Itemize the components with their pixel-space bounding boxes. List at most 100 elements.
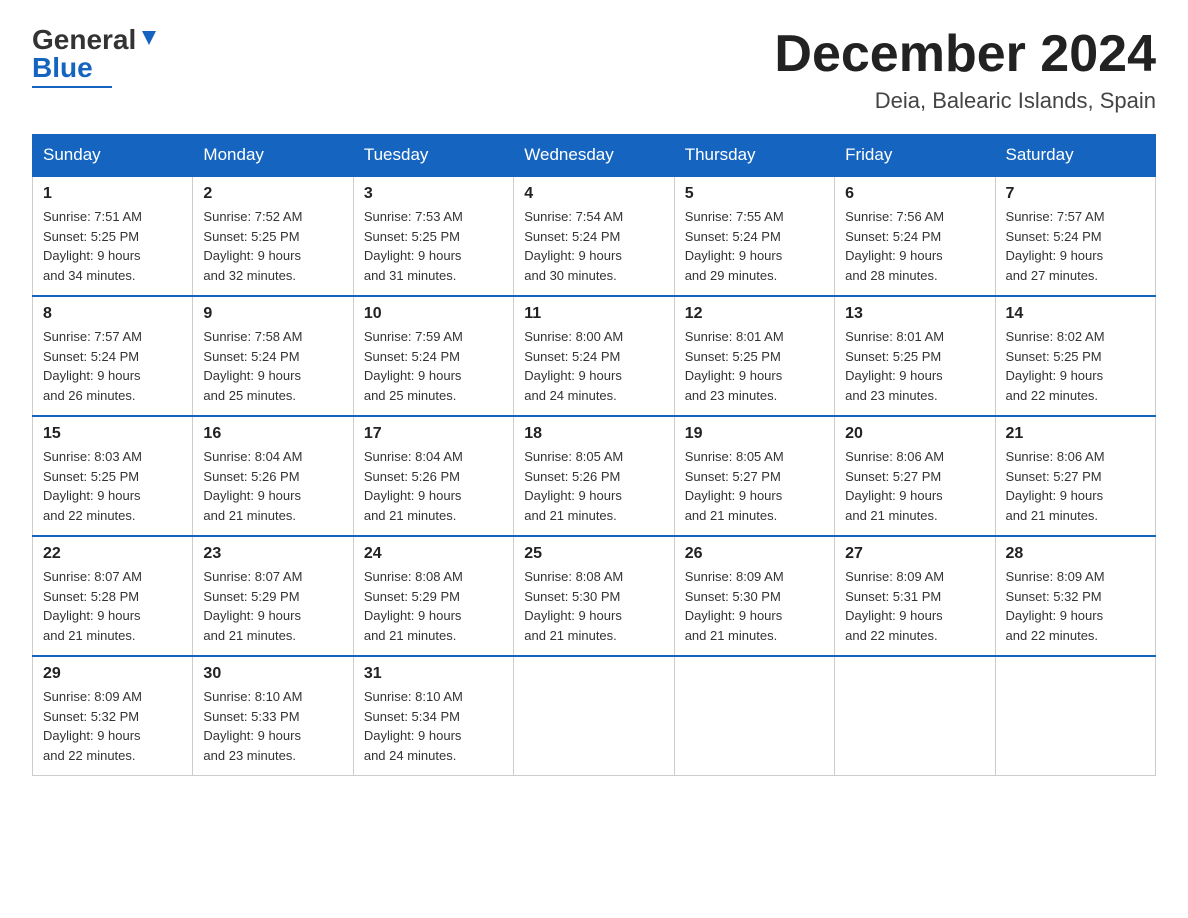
day-number: 2 <box>203 185 342 203</box>
day-number: 7 <box>1006 185 1145 203</box>
week-row-4: 22 Sunrise: 8:07 AMSunset: 5:28 PMDaylig… <box>33 536 1156 656</box>
day-of-week-header-thursday: Thursday <box>674 135 834 177</box>
calendar-cell: 7 Sunrise: 7:57 AMSunset: 5:24 PMDayligh… <box>995 176 1155 296</box>
calendar-cell: 24 Sunrise: 8:08 AMSunset: 5:29 PMDaylig… <box>353 536 513 656</box>
calendar-cell: 12 Sunrise: 8:01 AMSunset: 5:25 PMDaylig… <box>674 296 834 416</box>
day-number: 13 <box>845 305 984 323</box>
page-subtitle: Deia, Balearic Islands, Spain <box>774 88 1156 114</box>
calendar-cell <box>835 656 995 776</box>
day-number: 26 <box>685 545 824 563</box>
day-info: Sunrise: 7:57 AMSunset: 5:24 PMDaylight:… <box>1006 207 1145 285</box>
day-of-week-header-tuesday: Tuesday <box>353 135 513 177</box>
day-info: Sunrise: 8:09 AMSunset: 5:32 PMDaylight:… <box>1006 567 1145 645</box>
calendar-cell: 6 Sunrise: 7:56 AMSunset: 5:24 PMDayligh… <box>835 176 995 296</box>
calendar-cell: 28 Sunrise: 8:09 AMSunset: 5:32 PMDaylig… <box>995 536 1155 656</box>
day-info: Sunrise: 7:58 AMSunset: 5:24 PMDaylight:… <box>203 327 342 405</box>
day-number: 29 <box>43 665 182 683</box>
calendar-cell: 23 Sunrise: 8:07 AMSunset: 5:29 PMDaylig… <box>193 536 353 656</box>
calendar-cell: 11 Sunrise: 8:00 AMSunset: 5:24 PMDaylig… <box>514 296 674 416</box>
calendar-cell: 5 Sunrise: 7:55 AMSunset: 5:24 PMDayligh… <box>674 176 834 296</box>
day-info: Sunrise: 8:01 AMSunset: 5:25 PMDaylight:… <box>685 327 824 405</box>
day-number: 4 <box>524 185 663 203</box>
calendar-cell: 9 Sunrise: 7:58 AMSunset: 5:24 PMDayligh… <box>193 296 353 416</box>
page-title: December 2024 <box>774 24 1156 84</box>
calendar-cell: 8 Sunrise: 7:57 AMSunset: 5:24 PMDayligh… <box>33 296 193 416</box>
day-info: Sunrise: 8:06 AMSunset: 5:27 PMDaylight:… <box>845 447 984 525</box>
calendar-cell: 10 Sunrise: 7:59 AMSunset: 5:24 PMDaylig… <box>353 296 513 416</box>
logo: General Blue <box>32 24 160 88</box>
day-number: 1 <box>43 185 182 203</box>
day-number: 12 <box>685 305 824 323</box>
logo-underline <box>32 86 112 88</box>
day-info: Sunrise: 7:51 AMSunset: 5:25 PMDaylight:… <box>43 207 182 285</box>
logo-blue-text: Blue <box>32 52 93 83</box>
day-number: 17 <box>364 425 503 443</box>
calendar-cell: 27 Sunrise: 8:09 AMSunset: 5:31 PMDaylig… <box>835 536 995 656</box>
day-number: 25 <box>524 545 663 563</box>
day-number: 10 <box>364 305 503 323</box>
calendar-cell: 16 Sunrise: 8:04 AMSunset: 5:26 PMDaylig… <box>193 416 353 536</box>
calendar-cell <box>514 656 674 776</box>
calendar-cell: 13 Sunrise: 8:01 AMSunset: 5:25 PMDaylig… <box>835 296 995 416</box>
day-number: 28 <box>1006 545 1145 563</box>
day-number: 21 <box>1006 425 1145 443</box>
calendar-cell: 29 Sunrise: 8:09 AMSunset: 5:32 PMDaylig… <box>33 656 193 776</box>
day-info: Sunrise: 8:05 AMSunset: 5:27 PMDaylight:… <box>685 447 824 525</box>
day-number: 9 <box>203 305 342 323</box>
calendar-cell: 17 Sunrise: 8:04 AMSunset: 5:26 PMDaylig… <box>353 416 513 536</box>
calendar-cell: 1 Sunrise: 7:51 AMSunset: 5:25 PMDayligh… <box>33 176 193 296</box>
day-of-week-header-monday: Monday <box>193 135 353 177</box>
day-info: Sunrise: 8:09 AMSunset: 5:30 PMDaylight:… <box>685 567 824 645</box>
day-info: Sunrise: 7:53 AMSunset: 5:25 PMDaylight:… <box>364 207 503 285</box>
day-info: Sunrise: 8:09 AMSunset: 5:32 PMDaylight:… <box>43 687 182 765</box>
days-of-week-row: SundayMondayTuesdayWednesdayThursdayFrid… <box>33 135 1156 177</box>
calendar-body: 1 Sunrise: 7:51 AMSunset: 5:25 PMDayligh… <box>33 176 1156 776</box>
day-of-week-header-wednesday: Wednesday <box>514 135 674 177</box>
calendar-cell: 2 Sunrise: 7:52 AMSunset: 5:25 PMDayligh… <box>193 176 353 296</box>
calendar-cell: 25 Sunrise: 8:08 AMSunset: 5:30 PMDaylig… <box>514 536 674 656</box>
day-info: Sunrise: 8:02 AMSunset: 5:25 PMDaylight:… <box>1006 327 1145 405</box>
calendar-cell: 4 Sunrise: 7:54 AMSunset: 5:24 PMDayligh… <box>514 176 674 296</box>
calendar-cell: 21 Sunrise: 8:06 AMSunset: 5:27 PMDaylig… <box>995 416 1155 536</box>
day-info: Sunrise: 8:07 AMSunset: 5:29 PMDaylight:… <box>203 567 342 645</box>
calendar-cell <box>674 656 834 776</box>
day-number: 20 <box>845 425 984 443</box>
calendar-cell: 20 Sunrise: 8:06 AMSunset: 5:27 PMDaylig… <box>835 416 995 536</box>
day-info: Sunrise: 8:08 AMSunset: 5:29 PMDaylight:… <box>364 567 503 645</box>
day-number: 24 <box>364 545 503 563</box>
day-of-week-header-friday: Friday <box>835 135 995 177</box>
calendar-header: SundayMondayTuesdayWednesdayThursdayFrid… <box>33 135 1156 177</box>
day-of-week-header-sunday: Sunday <box>33 135 193 177</box>
day-info: Sunrise: 8:01 AMSunset: 5:25 PMDaylight:… <box>845 327 984 405</box>
day-info: Sunrise: 7:52 AMSunset: 5:25 PMDaylight:… <box>203 207 342 285</box>
day-number: 31 <box>364 665 503 683</box>
day-number: 16 <box>203 425 342 443</box>
calendar-table: SundayMondayTuesdayWednesdayThursdayFrid… <box>32 134 1156 776</box>
day-of-week-header-saturday: Saturday <box>995 135 1155 177</box>
week-row-1: 1 Sunrise: 7:51 AMSunset: 5:25 PMDayligh… <box>33 176 1156 296</box>
calendar-cell <box>995 656 1155 776</box>
title-block: December 2024 Deia, Balearic Islands, Sp… <box>774 24 1156 114</box>
day-number: 18 <box>524 425 663 443</box>
week-row-3: 15 Sunrise: 8:03 AMSunset: 5:25 PMDaylig… <box>33 416 1156 536</box>
day-number: 30 <box>203 665 342 683</box>
week-row-5: 29 Sunrise: 8:09 AMSunset: 5:32 PMDaylig… <box>33 656 1156 776</box>
day-info: Sunrise: 7:56 AMSunset: 5:24 PMDaylight:… <box>845 207 984 285</box>
calendar-cell: 3 Sunrise: 7:53 AMSunset: 5:25 PMDayligh… <box>353 176 513 296</box>
calendar-cell: 26 Sunrise: 8:09 AMSunset: 5:30 PMDaylig… <box>674 536 834 656</box>
day-info: Sunrise: 7:55 AMSunset: 5:24 PMDaylight:… <box>685 207 824 285</box>
page-header: General Blue December 2024 Deia, Baleari… <box>32 24 1156 114</box>
day-info: Sunrise: 8:10 AMSunset: 5:34 PMDaylight:… <box>364 687 503 765</box>
calendar-cell: 31 Sunrise: 8:10 AMSunset: 5:34 PMDaylig… <box>353 656 513 776</box>
logo-arrow-icon <box>138 27 160 49</box>
day-info: Sunrise: 8:04 AMSunset: 5:26 PMDaylight:… <box>364 447 503 525</box>
day-info: Sunrise: 8:04 AMSunset: 5:26 PMDaylight:… <box>203 447 342 525</box>
day-number: 15 <box>43 425 182 443</box>
day-number: 3 <box>364 185 503 203</box>
day-info: Sunrise: 7:54 AMSunset: 5:24 PMDaylight:… <box>524 207 663 285</box>
calendar-cell: 14 Sunrise: 8:02 AMSunset: 5:25 PMDaylig… <box>995 296 1155 416</box>
day-info: Sunrise: 8:05 AMSunset: 5:26 PMDaylight:… <box>524 447 663 525</box>
day-info: Sunrise: 8:07 AMSunset: 5:28 PMDaylight:… <box>43 567 182 645</box>
calendar-cell: 22 Sunrise: 8:07 AMSunset: 5:28 PMDaylig… <box>33 536 193 656</box>
day-number: 8 <box>43 305 182 323</box>
